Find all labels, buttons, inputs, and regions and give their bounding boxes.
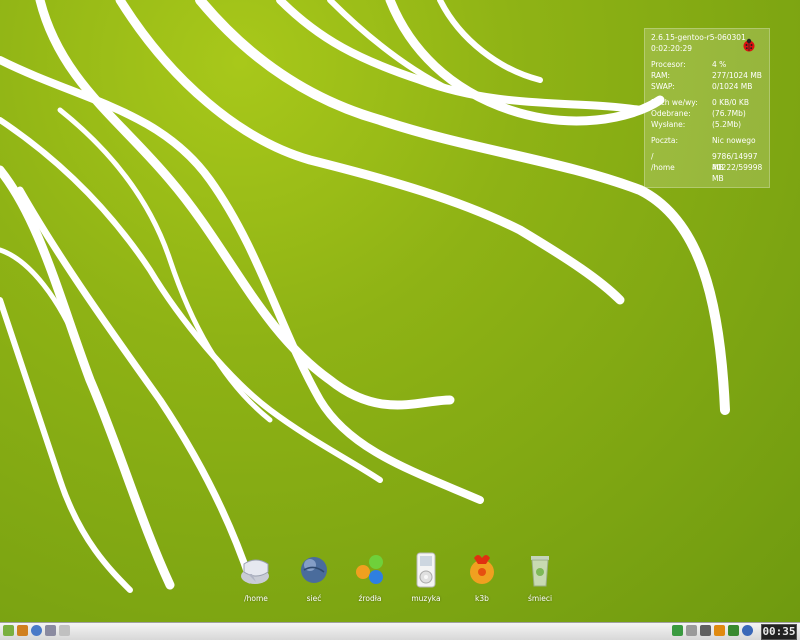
clipboard-tray-icon[interactable] [686,625,697,636]
swap-value: 0/1024 MB [712,82,753,91]
terminal-icon[interactable] [45,625,56,636]
ladybug-icon [743,38,755,52]
mail-value: Nic nowego [712,136,756,145]
home-icon [241,559,269,584]
system-monitor-panel: 2.6.15-gentoo-r5-060301 0:02:20:29 Proce… [644,28,770,188]
globe-icon [301,557,327,583]
browser-icon[interactable] [31,625,42,636]
uptime: 0:02:20:29 [651,44,692,53]
dock-label: śmieci [527,594,553,603]
dock-label: muzyka [411,594,441,603]
home-fs-value: 40222/59998 MB [712,163,763,183]
cpu-label: Procesor: [651,60,686,69]
net-io-value: 0 KB/0 KB [712,98,749,107]
taskbar: 00:35 [0,622,800,640]
trash-icon [531,556,549,587]
mail-label: Poczta: [651,136,678,145]
search-icon[interactable] [59,625,70,636]
ipod-icon [416,552,436,588]
sent-value: (5.2Mb) [712,120,742,129]
dock-label: sieć [306,594,322,603]
dock-item-trash[interactable]: śmieci [518,550,562,603]
received-label: Odebrane: [651,109,691,118]
dock-label: źrodła [358,594,382,603]
kmenu-icon[interactable] [3,625,14,636]
net-io-label: Ruch we/wy: [651,98,698,107]
dock-item-music[interactable]: muzyka [404,550,448,603]
kernel-version: 2.6.15-gentoo-r5-060301 [651,33,746,42]
dock-item-k3b[interactable]: k3b [460,550,504,603]
dock-label: k3b [475,594,489,603]
dock-item-network[interactable]: sieć [292,550,336,603]
updates-tray-icon[interactable] [714,625,725,636]
swap-label: SWAP: [651,82,675,91]
dock-label: /home [244,594,268,603]
network-tray-icon[interactable] [672,625,683,636]
volume-tray-icon[interactable] [700,625,711,636]
clock[interactable]: 00:35 [761,624,797,640]
home-fs-label: /home [651,163,675,172]
dock-item-home[interactable]: /home [234,550,278,603]
desktop: 2.6.15-gentoo-r5-060301 0:02:20:29 Proce… [0,0,800,622]
kopete-tray-icon[interactable] [728,625,739,636]
dock-item-sources[interactable]: źrodła [348,550,392,603]
received-value: (76.7Mb) [712,109,746,118]
launcher-icon[interactable] [17,625,28,636]
ram-value: 277/1024 MB [712,71,762,80]
sources-icon [356,555,383,584]
sent-label: Wysłane: [651,120,686,129]
root-fs-label: / [651,152,654,161]
cpu-value: 4 % [712,60,727,69]
ram-label: RAM: [651,71,671,80]
k3b-icon [470,555,494,584]
globe-tray-icon[interactable] [742,625,753,636]
